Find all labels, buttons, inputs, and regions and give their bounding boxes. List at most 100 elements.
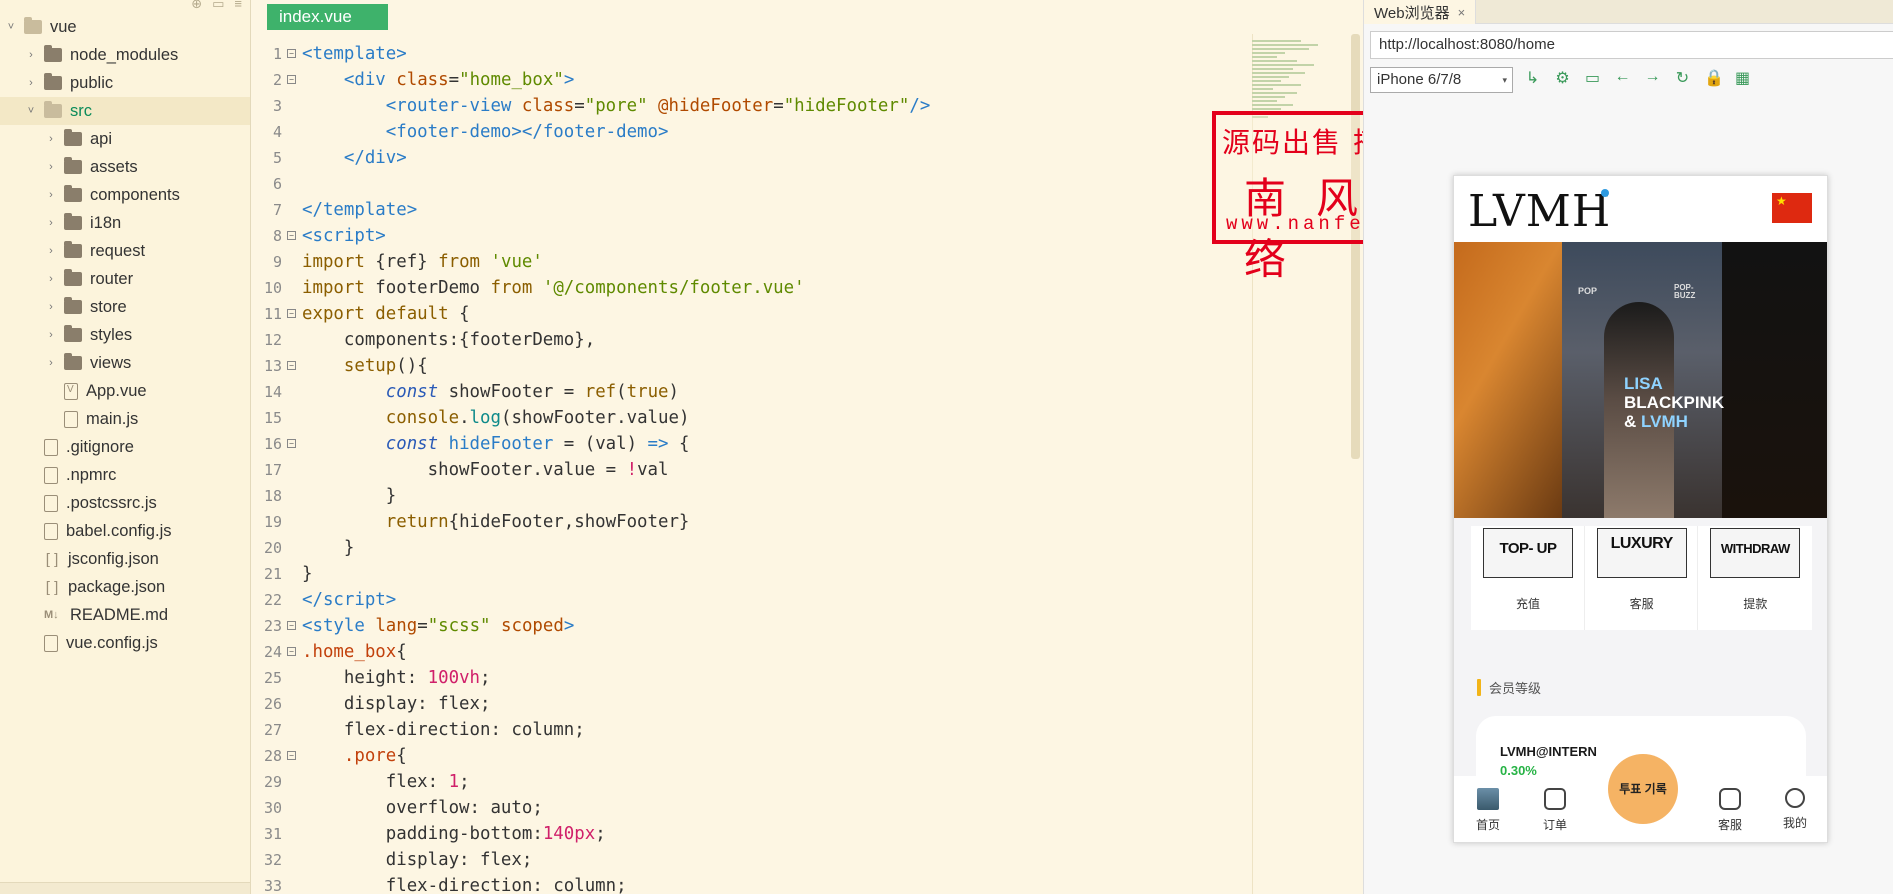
tree-item-readme-md[interactable]: README.md — [0, 601, 250, 629]
address-bar[interactable]: http://localhost:8080/home — [1370, 31, 1893, 59]
code-line[interactable]: 16− const hideFooter = (val) => { — [252, 431, 1242, 457]
china-flag-icon[interactable]: ★ — [1772, 193, 1812, 223]
vote-record-button[interactable]: 투표 기록 — [1608, 754, 1678, 824]
fold-toggle-icon[interactable]: − — [287, 621, 296, 630]
tree-item-vue-config-js[interactable]: vue.config.js — [0, 629, 250, 657]
tree-item-node-modules[interactable]: › node_modules — [0, 41, 250, 69]
quick-action-luxury[interactable]: LUXURY 客服 — [1585, 526, 1699, 630]
code-line[interactable]: 29 flex: 1; — [252, 769, 1242, 795]
code-line[interactable]: 9 import {ref} from 'vue' — [252, 249, 1242, 275]
code-line[interactable]: 5 </div> — [252, 145, 1242, 171]
code-line[interactable]: 10 import footerDemo from '@/components/f… — [252, 275, 1242, 301]
back-icon[interactable]: ← — [1614, 68, 1631, 88]
tree-item-request[interactable]: › request — [0, 237, 250, 265]
code-line[interactable]: 18 } — [252, 483, 1242, 509]
collapse-icon[interactable]: ≡ — [234, 0, 242, 12]
code-line[interactable]: 1− <template> — [252, 41, 1242, 67]
tree-root-vue[interactable]: ˅ vue — [0, 13, 250, 41]
code-line[interactable]: 22 </script> — [252, 587, 1242, 613]
fold-toggle-icon[interactable]: − — [287, 647, 296, 656]
quick-action-topup[interactable]: TOP- UP 充值 — [1471, 526, 1585, 630]
fold-toggle-icon[interactable]: − — [287, 75, 296, 84]
tree-item-npmrc[interactable]: .npmrc — [0, 461, 250, 489]
code-line[interactable]: 17 showFooter.value = !val — [252, 457, 1242, 483]
code-area[interactable]: 1− <template> 2− <div class="home_box"> 3 <… — [252, 41, 1242, 894]
tree-item-package-json[interactable]: package.json — [0, 573, 250, 601]
tree-item-src[interactable]: ˅ src — [0, 97, 250, 125]
hero-banner[interactable]: POP POP- BUZZ LISA BLACKPINK & LVMH — [1454, 242, 1827, 518]
nav-service[interactable]: 客服 — [1710, 788, 1750, 833]
tree-item-components[interactable]: › components — [0, 181, 250, 209]
code-line[interactable]: 21} — [252, 561, 1242, 587]
grid-icon[interactable]: ▦ — [1734, 68, 1751, 88]
line-number: 33 — [263, 877, 282, 894]
code-line[interactable]: 7 </template> — [252, 197, 1242, 223]
line-number: 12 — [263, 331, 282, 349]
tree-item-router[interactable]: › router — [0, 265, 250, 293]
fold-toggle-icon[interactable]: − — [287, 49, 296, 58]
code-line[interactable]: 27 flex-direction: column; — [252, 717, 1242, 743]
tree-item-public[interactable]: › public — [0, 69, 250, 97]
browser-tab[interactable]: Web浏览器 × — [1364, 0, 1477, 24]
tree-item-label: vue — [50, 17, 77, 36]
code-line[interactable]: 13− setup(){ — [252, 353, 1242, 379]
tree-item-babel-config-js[interactable]: babel.config.js — [0, 517, 250, 545]
tree-item-styles[interactable]: › styles — [0, 321, 250, 349]
quick-action-withdraw[interactable]: WITHDRAW 提款 — [1698, 526, 1812, 630]
code-line[interactable]: 4 <footer-demo></footer-demo> — [252, 119, 1242, 145]
device-select[interactable]: iPhone 6/7/8 ▾ — [1370, 67, 1513, 93]
code-line[interactable]: 15 console.log(showFooter.value) — [252, 405, 1242, 431]
nav-orders[interactable]: 订单 — [1535, 788, 1575, 833]
code-line[interactable]: 32 display: flex; — [252, 847, 1242, 873]
new-file-icon[interactable]: ⊕ — [191, 0, 202, 12]
tree-item-store[interactable]: › store — [0, 293, 250, 321]
tab-index-vue[interactable]: index.vue — [267, 4, 388, 30]
tree-item-views[interactable]: › views — [0, 349, 250, 377]
code-line[interactable]: 31 padding-bottom:140px; — [252, 821, 1242, 847]
code-line[interactable]: 2− <div class="home_box"> — [252, 67, 1242, 93]
fold-toggle-icon[interactable]: − — [287, 361, 296, 370]
code-line[interactable]: 8− <script> — [252, 223, 1242, 249]
code-line[interactable]: 25 height: 100vh; — [252, 665, 1242, 691]
close-icon[interactable]: × — [1458, 5, 1466, 20]
code-line[interactable]: 14 const showFooter = ref(true) — [252, 379, 1242, 405]
code-line[interactable]: 23− <style lang="scss" scoped> — [252, 613, 1242, 639]
tree-item-main-js[interactable]: main.js — [0, 405, 250, 433]
line-number: 21 — [263, 565, 282, 583]
code-editor[interactable]: index.vue 1− <template> 2− <div class="hom… — [252, 0, 1362, 894]
tree-item-postcssrc-js[interactable]: .postcssrc.js — [0, 489, 250, 517]
open-external-icon[interactable]: ↳ — [1524, 68, 1541, 88]
user-icon — [1785, 788, 1805, 808]
reload-icon[interactable]: ↻ — [1674, 68, 1691, 88]
fold-toggle-icon[interactable]: − — [287, 231, 296, 240]
tree-item-app-vue[interactable]: App.vue — [0, 377, 250, 405]
fold-toggle-icon[interactable]: − — [287, 439, 296, 448]
code-line[interactable]: 3 <router-view class="pore" @hideFooter=… — [252, 93, 1242, 119]
tree-item-i18n[interactable]: › i18n — [0, 209, 250, 237]
forward-icon[interactable]: → — [1644, 68, 1661, 88]
tree-item-assets[interactable]: › assets — [0, 153, 250, 181]
nav-mine[interactable]: 我的 — [1775, 788, 1815, 831]
code-line[interactable]: 30 overflow: auto; — [252, 795, 1242, 821]
tree-item-gitignore[interactable]: .gitignore — [0, 433, 250, 461]
tree-item-api[interactable]: › api — [0, 125, 250, 153]
code-line[interactable]: 33 flex-direction: column; — [252, 873, 1242, 894]
settings-icon[interactable]: ⚙ — [1554, 68, 1571, 88]
code-line[interactable]: 24− .home_box{ — [252, 639, 1242, 665]
code-line[interactable]: 26 display: flex; — [252, 691, 1242, 717]
code-line[interactable]: 6 — [252, 171, 1242, 197]
code-line[interactable]: 19 return{hideFooter,showFooter} — [252, 509, 1242, 535]
folder-icon — [64, 353, 82, 370]
nav-home[interactable]: 首页 — [1468, 788, 1508, 833]
code-line[interactable]: 11− export default { — [252, 301, 1242, 327]
lock-icon[interactable]: 🔒 — [1704, 68, 1724, 88]
fold-toggle-icon[interactable]: − — [287, 309, 296, 318]
tree-item-jsconfig-json[interactable]: jsconfig.json — [0, 545, 250, 573]
code-line[interactable]: 12 components:{footerDemo}, — [252, 327, 1242, 353]
new-folder-icon[interactable]: ▭ — [212, 0, 224, 12]
screen-icon[interactable]: ▭ — [1584, 68, 1601, 88]
fold-toggle-icon[interactable]: − — [287, 751, 296, 760]
code-line[interactable]: 28− .pore{ — [252, 743, 1242, 769]
nav-label: 客服 — [1717, 818, 1742, 832]
code-line[interactable]: 20 } — [252, 535, 1242, 561]
